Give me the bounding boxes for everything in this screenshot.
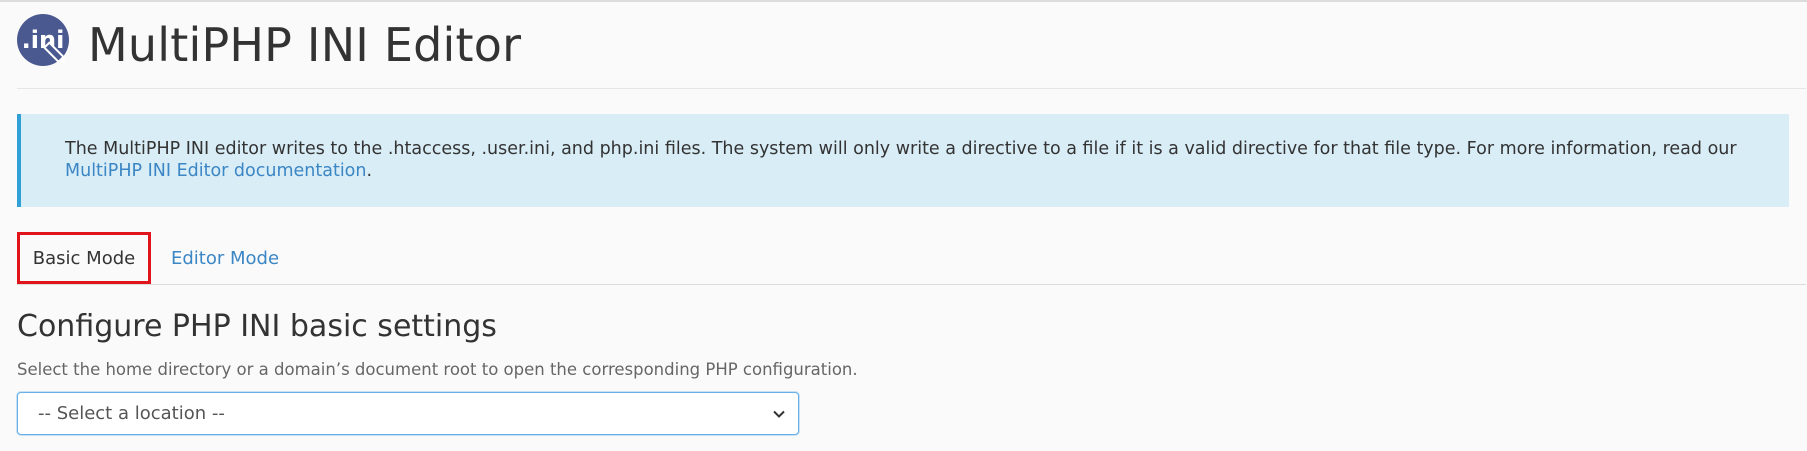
tab-basic-mode[interactable]: Basic Mode bbox=[17, 232, 151, 284]
tab-basic-mode-label: Basic Mode bbox=[32, 247, 136, 269]
mode-tabs: Basic Mode Editor Mode bbox=[17, 232, 1806, 285]
callout-text: The MultiPHP INI editor writes to the .h… bbox=[65, 139, 1737, 159]
tab-editor-mode[interactable]: Editor Mode bbox=[171, 232, 279, 284]
section-heading: Configure PHP INI basic settings bbox=[17, 309, 497, 344]
section-help-text: Select the home directory or a domain’s … bbox=[17, 360, 858, 379]
ini-logo-icon: .ini bbox=[17, 14, 75, 72]
chevron-down-icon bbox=[773, 410, 785, 418]
tab-editor-mode-label: Editor Mode bbox=[171, 247, 280, 269]
location-select-value: -- Select a location -- bbox=[38, 403, 225, 424]
documentation-link[interactable]: MultiPHP INI Editor documentation bbox=[65, 161, 366, 181]
page-title: MultiPHP INI Editor bbox=[88, 18, 522, 72]
page-header: .ini MultiPHP INI Editor bbox=[17, 14, 1806, 89]
location-select[interactable]: -- Select a location -- bbox=[17, 392, 799, 435]
page: .ini MultiPHP INI Editor The MultiPHP IN… bbox=[0, 0, 1807, 451]
callout-trailing: . bbox=[366, 161, 373, 181]
info-callout: The MultiPHP INI editor writes to the .h… bbox=[17, 114, 1789, 207]
logo-text: .ini bbox=[22, 26, 65, 54]
